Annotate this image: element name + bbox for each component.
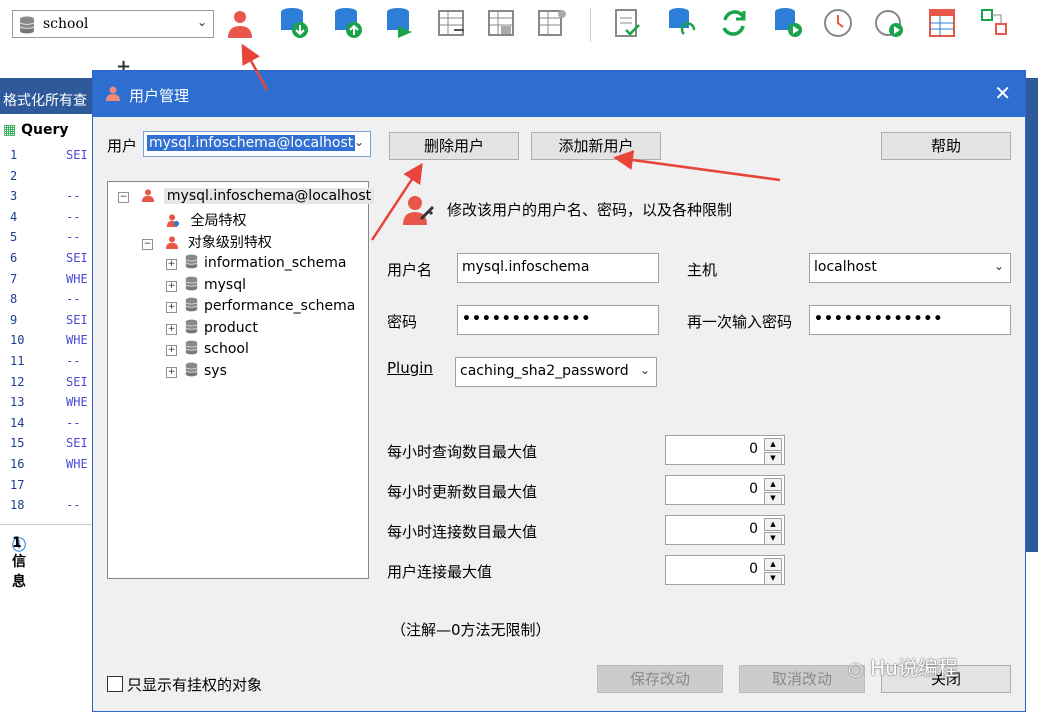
watermark: ○ Hu说编程 (848, 652, 958, 681)
arrow-to-delete-button (370, 162, 423, 241)
annotation-arrows (241, 43, 781, 241)
arrow-to-user-icon (241, 43, 269, 91)
watermark-text: Hu说编程 (870, 656, 958, 680)
arrow-to-add-button (613, 150, 781, 182)
wechat-icon: ○ (848, 659, 864, 680)
